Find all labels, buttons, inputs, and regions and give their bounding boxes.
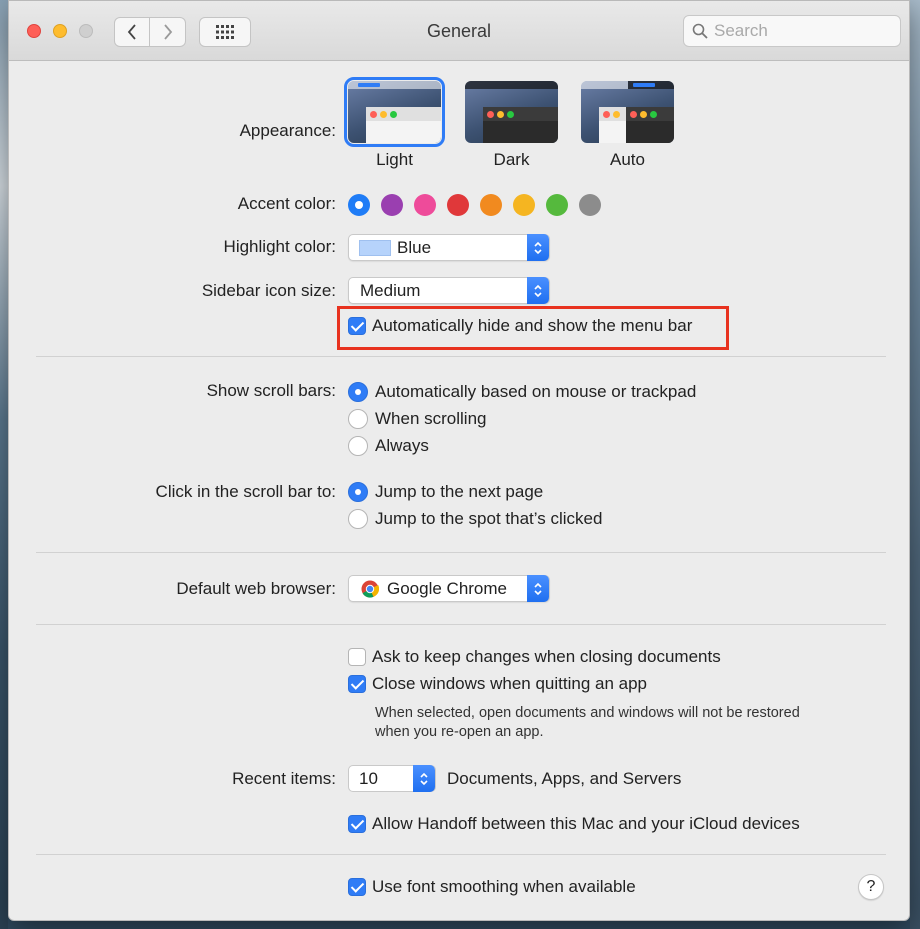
- click-next-page-label[interactable]: Jump to the next page: [375, 482, 543, 502]
- search-icon: [692, 23, 708, 39]
- highlight-color-label: Highlight color:: [223, 237, 336, 256]
- desktop-right-edge: [910, 0, 920, 929]
- accent-color-swatch[interactable]: [447, 194, 469, 216]
- accent-color-swatch[interactable]: [480, 194, 502, 216]
- accent-color-swatch[interactable]: [414, 194, 436, 216]
- title-bar: General: [9, 1, 909, 61]
- accent-color-swatch[interactable]: [579, 194, 601, 216]
- highlight-swatch: [359, 239, 391, 256]
- popup-arrows-icon: [527, 575, 549, 602]
- separator: [36, 624, 886, 625]
- popup-arrows-icon: [527, 277, 549, 304]
- accent-color-swatch[interactable]: [381, 194, 403, 216]
- search-input[interactable]: [714, 21, 894, 41]
- sidebar-icon-size-label: Sidebar icon size:: [201, 281, 336, 300]
- default-browser-label: Default web browser:: [176, 579, 336, 598]
- font-smoothing-label[interactable]: Use font smoothing when available: [372, 877, 636, 897]
- sidebar-icon-size-popup[interactable]: Medium: [348, 277, 550, 304]
- recent-items-label: Recent items:: [232, 769, 336, 788]
- recent-items-value: 10: [359, 768, 378, 788]
- separator: [36, 854, 886, 855]
- appearance-dark-thumbnail[interactable]: [465, 81, 558, 143]
- separator: [36, 356, 886, 357]
- ask-keep-changes-checkbox[interactable]: [348, 648, 366, 666]
- appearance-light-label[interactable]: Light: [348, 150, 441, 170]
- popup-arrows-icon: [413, 765, 435, 792]
- font-smoothing-checkbox[interactable]: [348, 878, 366, 896]
- close-windows-note-line1: When selected, open documents and window…: [375, 705, 800, 721]
- search-field[interactable]: [683, 15, 901, 47]
- highlight-color-popup[interactable]: Blue: [348, 234, 550, 261]
- click-next-page-radio[interactable]: [348, 482, 368, 502]
- appearance-auto-thumbnail[interactable]: [581, 81, 674, 143]
- appearance-dark-label[interactable]: Dark: [465, 150, 558, 170]
- chrome-icon: [361, 580, 379, 598]
- appearance-auto-label[interactable]: Auto: [581, 150, 674, 170]
- handoff-label[interactable]: Allow Handoff between this Mac and your …: [372, 814, 800, 834]
- appearance-label: Appearance:: [239, 121, 336, 140]
- accent-color-swatch[interactable]: [348, 194, 370, 216]
- scroll-bars-auto-radio[interactable]: [348, 382, 368, 402]
- general-preferences-window: General Appearance: Light Dark Auto Acce: [8, 0, 910, 921]
- close-windows-note-line2: when you re-open an app.: [375, 724, 544, 740]
- recent-items-popup[interactable]: 10: [348, 765, 436, 792]
- accent-color-label: Accent color:: [237, 194, 336, 213]
- scroll-bars-auto-label[interactable]: Automatically based on mouse or trackpad: [375, 382, 696, 402]
- handoff-checkbox[interactable]: [348, 815, 366, 833]
- accent-color-swatch[interactable]: [513, 194, 535, 216]
- separator: [36, 552, 886, 553]
- click-spot-label[interactable]: Jump to the spot that’s clicked: [375, 509, 602, 529]
- recent-items-suffix: Documents, Apps, and Servers: [447, 769, 682, 788]
- scroll-bars-always-label[interactable]: Always: [375, 436, 429, 456]
- close-windows-label[interactable]: Close windows when quitting an app: [372, 674, 647, 694]
- click-scroll-bar-label: Click in the scroll bar to:: [155, 482, 336, 501]
- menu-bar-checkbox[interactable]: [348, 317, 366, 335]
- appearance-light-thumbnail[interactable]: [344, 77, 445, 147]
- scroll-bars-when-scrolling-radio[interactable]: [348, 409, 368, 429]
- scroll-bars-always-radio[interactable]: [348, 436, 368, 456]
- default-browser-value: Google Chrome: [387, 578, 508, 598]
- default-browser-popup[interactable]: Google Chrome: [348, 575, 550, 602]
- sidebar-icon-size-value: Medium: [360, 280, 421, 300]
- help-button[interactable]: ?: [858, 874, 884, 900]
- scroll-bars-when-scrolling-label[interactable]: When scrolling: [375, 409, 487, 429]
- desktop-left-edge: [0, 0, 8, 929]
- close-windows-checkbox[interactable]: [348, 675, 366, 693]
- popup-arrows-icon: [527, 234, 549, 261]
- menu-bar-checkbox-label[interactable]: Automatically hide and show the menu bar: [372, 316, 692, 336]
- highlight-color-value: Blue: [397, 237, 432, 257]
- click-spot-radio[interactable]: [348, 509, 368, 529]
- ask-keep-changes-label[interactable]: Ask to keep changes when closing documen…: [372, 647, 721, 667]
- show-scroll-bars-label: Show scroll bars:: [206, 381, 336, 400]
- accent-color-swatch[interactable]: [546, 194, 568, 216]
